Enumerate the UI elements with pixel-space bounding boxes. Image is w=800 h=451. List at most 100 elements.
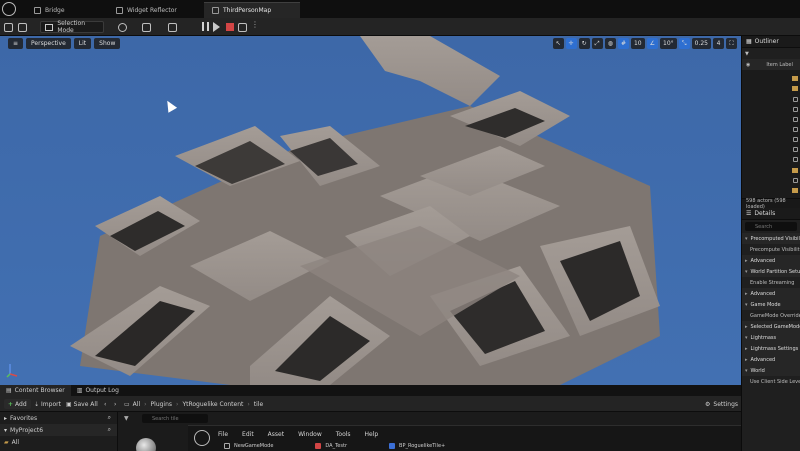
filter-icon[interactable]: ▼	[124, 415, 129, 422]
move-icon[interactable]: ✛	[565, 38, 577, 49]
level-viewport[interactable]: ≡ Perspective Lit Show ↖ ✛ ↻ ⤢ ◍ # 10 ∠ …	[0, 36, 741, 385]
unreal-logo-icon[interactable]	[2, 2, 16, 16]
breadcrumb: ▭ All › Plugins › YtRoguelike Content › til…	[124, 400, 264, 408]
search-icon[interactable]: ⌕	[108, 426, 111, 434]
outliner-filter-row[interactable]: ▼	[742, 48, 800, 59]
actor-icon[interactable]	[793, 137, 798, 142]
play-icon[interactable]	[213, 22, 220, 32]
actor-icon[interactable]	[793, 147, 798, 152]
selection-mode-dropdown[interactable]: Selection Mode	[40, 20, 104, 34]
folder-icon[interactable]	[792, 168, 798, 173]
project-row[interactable]: ▾ MyProject6 ⌕	[0, 424, 117, 436]
save-icon[interactable]	[4, 21, 13, 33]
actor-icon[interactable]	[793, 107, 798, 112]
filter-icon[interactable]: ▼	[745, 51, 749, 57]
right-panel: ▦ Outliner ▼ ◉ Item Label 598 actors (598 …	[741, 36, 800, 451]
asset-tab[interactable]: DA_Testr	[315, 443, 347, 449]
menu-help[interactable]: Help	[365, 431, 379, 438]
content-icon[interactable]	[18, 21, 27, 33]
add-button[interactable]: + Add	[4, 399, 31, 409]
actor-icon[interactable]	[793, 157, 798, 162]
details-row[interactable]: Advanced	[742, 255, 800, 266]
tab-widget-reflector[interactable]: Widget Reflector	[108, 2, 185, 18]
details-row[interactable]: Lightmass Settings	[742, 343, 800, 354]
details-row[interactable]: Enable Streaming	[742, 277, 800, 288]
rotate-icon[interactable]: ↻	[578, 38, 590, 49]
more-options-icon[interactable]: ⋮	[251, 20, 259, 29]
select-icon[interactable]: ↖	[552, 38, 564, 49]
folder-icon[interactable]	[792, 188, 798, 193]
tab-output-log[interactable]: ▥ Output Log	[71, 385, 125, 396]
eject-icon[interactable]	[238, 21, 247, 33]
pause-icon[interactable]	[202, 22, 209, 31]
settings-button[interactable]: ⚙ Settings	[705, 399, 738, 409]
log-icon: ▥	[76, 387, 83, 394]
scale-icon[interactable]: ⤢	[591, 38, 603, 49]
breadcrumb-item[interactable]: Plugins	[151, 401, 173, 408]
outliner-column-header[interactable]: ◉ Item Label	[742, 59, 800, 70]
menu-edit[interactable]: Edit	[242, 431, 254, 438]
breadcrumb-item[interactable]: YtRoguelike Content	[182, 401, 243, 408]
details-row[interactable]: Advanced	[742, 288, 800, 299]
details-row[interactable]: Game Mode	[742, 299, 800, 310]
tab-third-person-map[interactable]: ThirdPersonMap	[204, 2, 300, 18]
content-search-input[interactable]: Search tile	[142, 414, 208, 423]
all-folder-row[interactable]: ▰ All	[0, 436, 117, 448]
stop-icon[interactable]	[226, 23, 234, 31]
menu-tools[interactable]: Tools	[336, 431, 351, 438]
tab-bridge[interactable]: Bridge	[26, 2, 73, 18]
tab-content-browser[interactable]: ▤ Content Browser	[0, 385, 71, 396]
actor-icon[interactable]	[793, 127, 798, 132]
details-search-input[interactable]: Search	[745, 222, 797, 231]
menu-file[interactable]: File	[218, 431, 228, 438]
menu-asset[interactable]: Asset	[268, 431, 284, 438]
rotate-snap-value[interactable]: 10°	[660, 38, 677, 49]
camera-speed-button[interactable]: 4	[713, 38, 724, 49]
import-button[interactable]: ⇣ Import	[34, 399, 61, 409]
scale-snap-value[interactable]: 0.25	[691, 38, 711, 49]
favorites-row[interactable]: ▸ Favorites ⌕	[0, 412, 117, 424]
level-icon	[212, 7, 219, 14]
actor-icon[interactable]	[793, 117, 798, 122]
maximize-icon[interactable]: ⛶	[726, 38, 737, 49]
cinematics-icon[interactable]	[168, 21, 177, 33]
grid-snap-icon[interactable]: #	[617, 38, 629, 49]
grid-snap-value[interactable]: 10	[630, 38, 645, 49]
asset-tab[interactable]: NewGameMode	[224, 443, 273, 449]
save-all-button[interactable]: ▣ Save All	[66, 399, 98, 409]
show-button[interactable]: Show	[94, 38, 121, 49]
asset-tab[interactable]: BP_RoguelikeTile+	[389, 443, 445, 449]
bridge-icon	[34, 6, 41, 14]
search-icon[interactable]: ⌕	[108, 414, 111, 422]
breadcrumb-item[interactable]: tile	[254, 401, 263, 408]
viewport-options-button[interactable]: ≡	[8, 38, 24, 49]
back-icon[interactable]: ‹	[104, 399, 106, 409]
outliner-tree[interactable]	[742, 70, 800, 198]
folder-icon[interactable]	[792, 76, 798, 81]
forward-icon[interactable]: ›	[114, 399, 116, 409]
perspective-button[interactable]: Perspective	[26, 38, 71, 49]
actor-icon[interactable]	[793, 97, 798, 102]
details-row[interactable]: Precomputed Visibility	[742, 233, 800, 244]
details-row[interactable]: World	[742, 365, 800, 376]
rotate-snap-icon[interactable]: ∠	[646, 38, 658, 49]
details-row[interactable]: Lightmass	[742, 332, 800, 343]
material-sphere-thumbnail[interactable]	[136, 438, 156, 451]
details-row[interactable]: Advanced	[742, 354, 800, 365]
folder-icon[interactable]	[792, 86, 798, 91]
menu-window[interactable]: Window	[298, 431, 322, 438]
lit-button[interactable]: Lit	[73, 38, 92, 49]
details-row[interactable]: Use Client Side Level	[742, 376, 800, 387]
breadcrumb-item[interactable]: All	[133, 401, 140, 408]
eye-icon[interactable]: ◉	[746, 62, 750, 68]
actor-icon[interactable]	[793, 178, 798, 183]
add-actor-icon[interactable]	[118, 21, 127, 33]
blueprint-icon[interactable]	[142, 21, 151, 33]
details-row[interactable]: Precompute Visibility	[742, 244, 800, 255]
details-row[interactable]: GameMode Override	[742, 310, 800, 321]
details-row[interactable]: Selected GameMode	[742, 321, 800, 332]
details-row[interactable]: World Partition Setup	[742, 266, 800, 277]
world-space-icon[interactable]: ◍	[604, 38, 616, 49]
content-browser-toolbar: + Add ⇣ Import ▣ Save All ‹ › ▭ All › Plugin…	[0, 396, 741, 412]
scale-snap-icon[interactable]: ⤡	[678, 38, 690, 49]
